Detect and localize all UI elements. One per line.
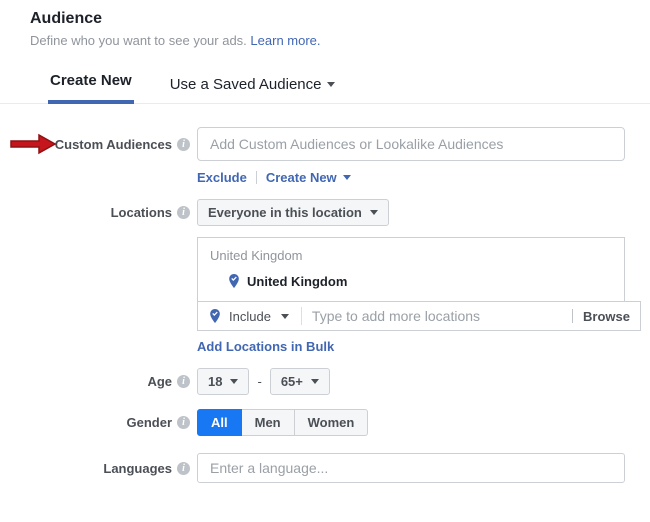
custom-audiences-label: Custom Audiences xyxy=(55,137,172,152)
info-icon[interactable]: i xyxy=(177,462,190,475)
languages-label-cell: Languages i xyxy=(0,461,190,476)
divider xyxy=(301,307,302,325)
gender-option-women[interactable]: Women xyxy=(294,409,369,436)
languages-input[interactable] xyxy=(197,453,625,483)
gender-row: Gender i All Men Women xyxy=(0,409,650,436)
tab-use-saved-label: Use a Saved Audience xyxy=(170,76,322,93)
learn-more-link[interactable]: Learn more. xyxy=(250,33,320,48)
languages-row: Languages i xyxy=(0,453,650,483)
selected-location-name: United Kingdom xyxy=(247,274,347,289)
create-new-link[interactable]: Create New xyxy=(266,170,337,185)
locations-row: Locations i Everyone in this location xyxy=(0,199,650,226)
custom-audiences-input[interactable] xyxy=(197,127,625,161)
page-title: Audience xyxy=(30,10,650,28)
custom-audiences-links-row: Exclude Create New xyxy=(0,170,650,185)
include-dropdown[interactable]: Include xyxy=(229,309,271,324)
info-icon[interactable]: i xyxy=(177,138,190,151)
locations-panel-row: United Kingdom United Kingdom Incl xyxy=(0,237,650,331)
info-icon[interactable]: i xyxy=(177,375,190,388)
exclude-link[interactable]: Exclude xyxy=(197,170,247,185)
age-max-value: 65+ xyxy=(281,374,303,389)
age-separator: - xyxy=(257,374,261,389)
chevron-down-icon xyxy=(343,175,351,180)
audience-tabbar: Create New Use a Saved Audience xyxy=(0,72,650,104)
browse-button[interactable]: Browse xyxy=(583,309,630,324)
location-pin-icon xyxy=(227,273,241,289)
chevron-down-icon xyxy=(370,210,378,215)
subtitle-text: Define who you want to see your ads. xyxy=(30,33,247,48)
custom-audiences-row: Custom Audiences i xyxy=(0,127,650,161)
gender-option-men[interactable]: Men xyxy=(241,409,295,436)
custom-audiences-content xyxy=(197,127,625,161)
gender-label-cell: Gender i xyxy=(0,415,190,430)
locations-label: Locations xyxy=(111,205,172,220)
divider xyxy=(572,309,573,323)
selected-locations-box: United Kingdom United Kingdom xyxy=(197,237,625,302)
locations-label-cell: Locations i xyxy=(0,205,190,220)
age-max-dropdown[interactable]: 65+ xyxy=(270,368,330,395)
bulk-locations-row: Add Locations in Bulk xyxy=(0,339,650,354)
gender-segmented-control: All Men Women xyxy=(197,409,368,436)
info-icon[interactable]: i xyxy=(177,206,190,219)
audience-section: Audience Define who you want to see your… xyxy=(0,0,650,522)
chevron-down-icon xyxy=(327,82,335,87)
age-min-value: 18 xyxy=(208,374,222,389)
gender-label: Gender xyxy=(126,415,172,430)
gender-option-all[interactable]: All xyxy=(197,409,242,436)
selected-location-item[interactable]: United Kingdom xyxy=(210,273,612,289)
header: Audience Define who you want to see your… xyxy=(0,0,650,48)
divider xyxy=(256,171,257,184)
age-label: Age xyxy=(147,374,172,389)
info-icon[interactable]: i xyxy=(177,416,190,429)
tab-create-new-label: Create New xyxy=(50,72,132,89)
age-row: Age i 18 - 65+ xyxy=(0,368,650,395)
location-search-input[interactable] xyxy=(312,308,566,324)
location-search-bar: Include Browse xyxy=(197,301,641,331)
tab-create-new[interactable]: Create New xyxy=(48,72,134,104)
age-min-dropdown[interactable]: 18 xyxy=(197,368,249,395)
location-pin-icon xyxy=(208,308,222,324)
tab-use-saved-audience[interactable]: Use a Saved Audience xyxy=(168,76,338,104)
languages-label: Languages xyxy=(103,461,172,476)
age-label-cell: Age i xyxy=(0,374,190,389)
location-summary: United Kingdom xyxy=(210,248,612,263)
subtitle: Define who you want to see your ads. Lea… xyxy=(30,33,650,48)
add-locations-bulk-link[interactable]: Add Locations in Bulk xyxy=(197,339,334,354)
annotation-arrow-icon xyxy=(8,132,58,156)
location-scope-dropdown[interactable]: Everyone in this location xyxy=(197,199,389,226)
audience-form: Custom Audiences i Exclude Create New Lo… xyxy=(0,127,650,483)
chevron-down-icon xyxy=(230,379,238,384)
chevron-down-icon[interactable] xyxy=(281,314,289,319)
chevron-down-icon xyxy=(311,379,319,384)
location-scope-value: Everyone in this location xyxy=(208,205,362,220)
